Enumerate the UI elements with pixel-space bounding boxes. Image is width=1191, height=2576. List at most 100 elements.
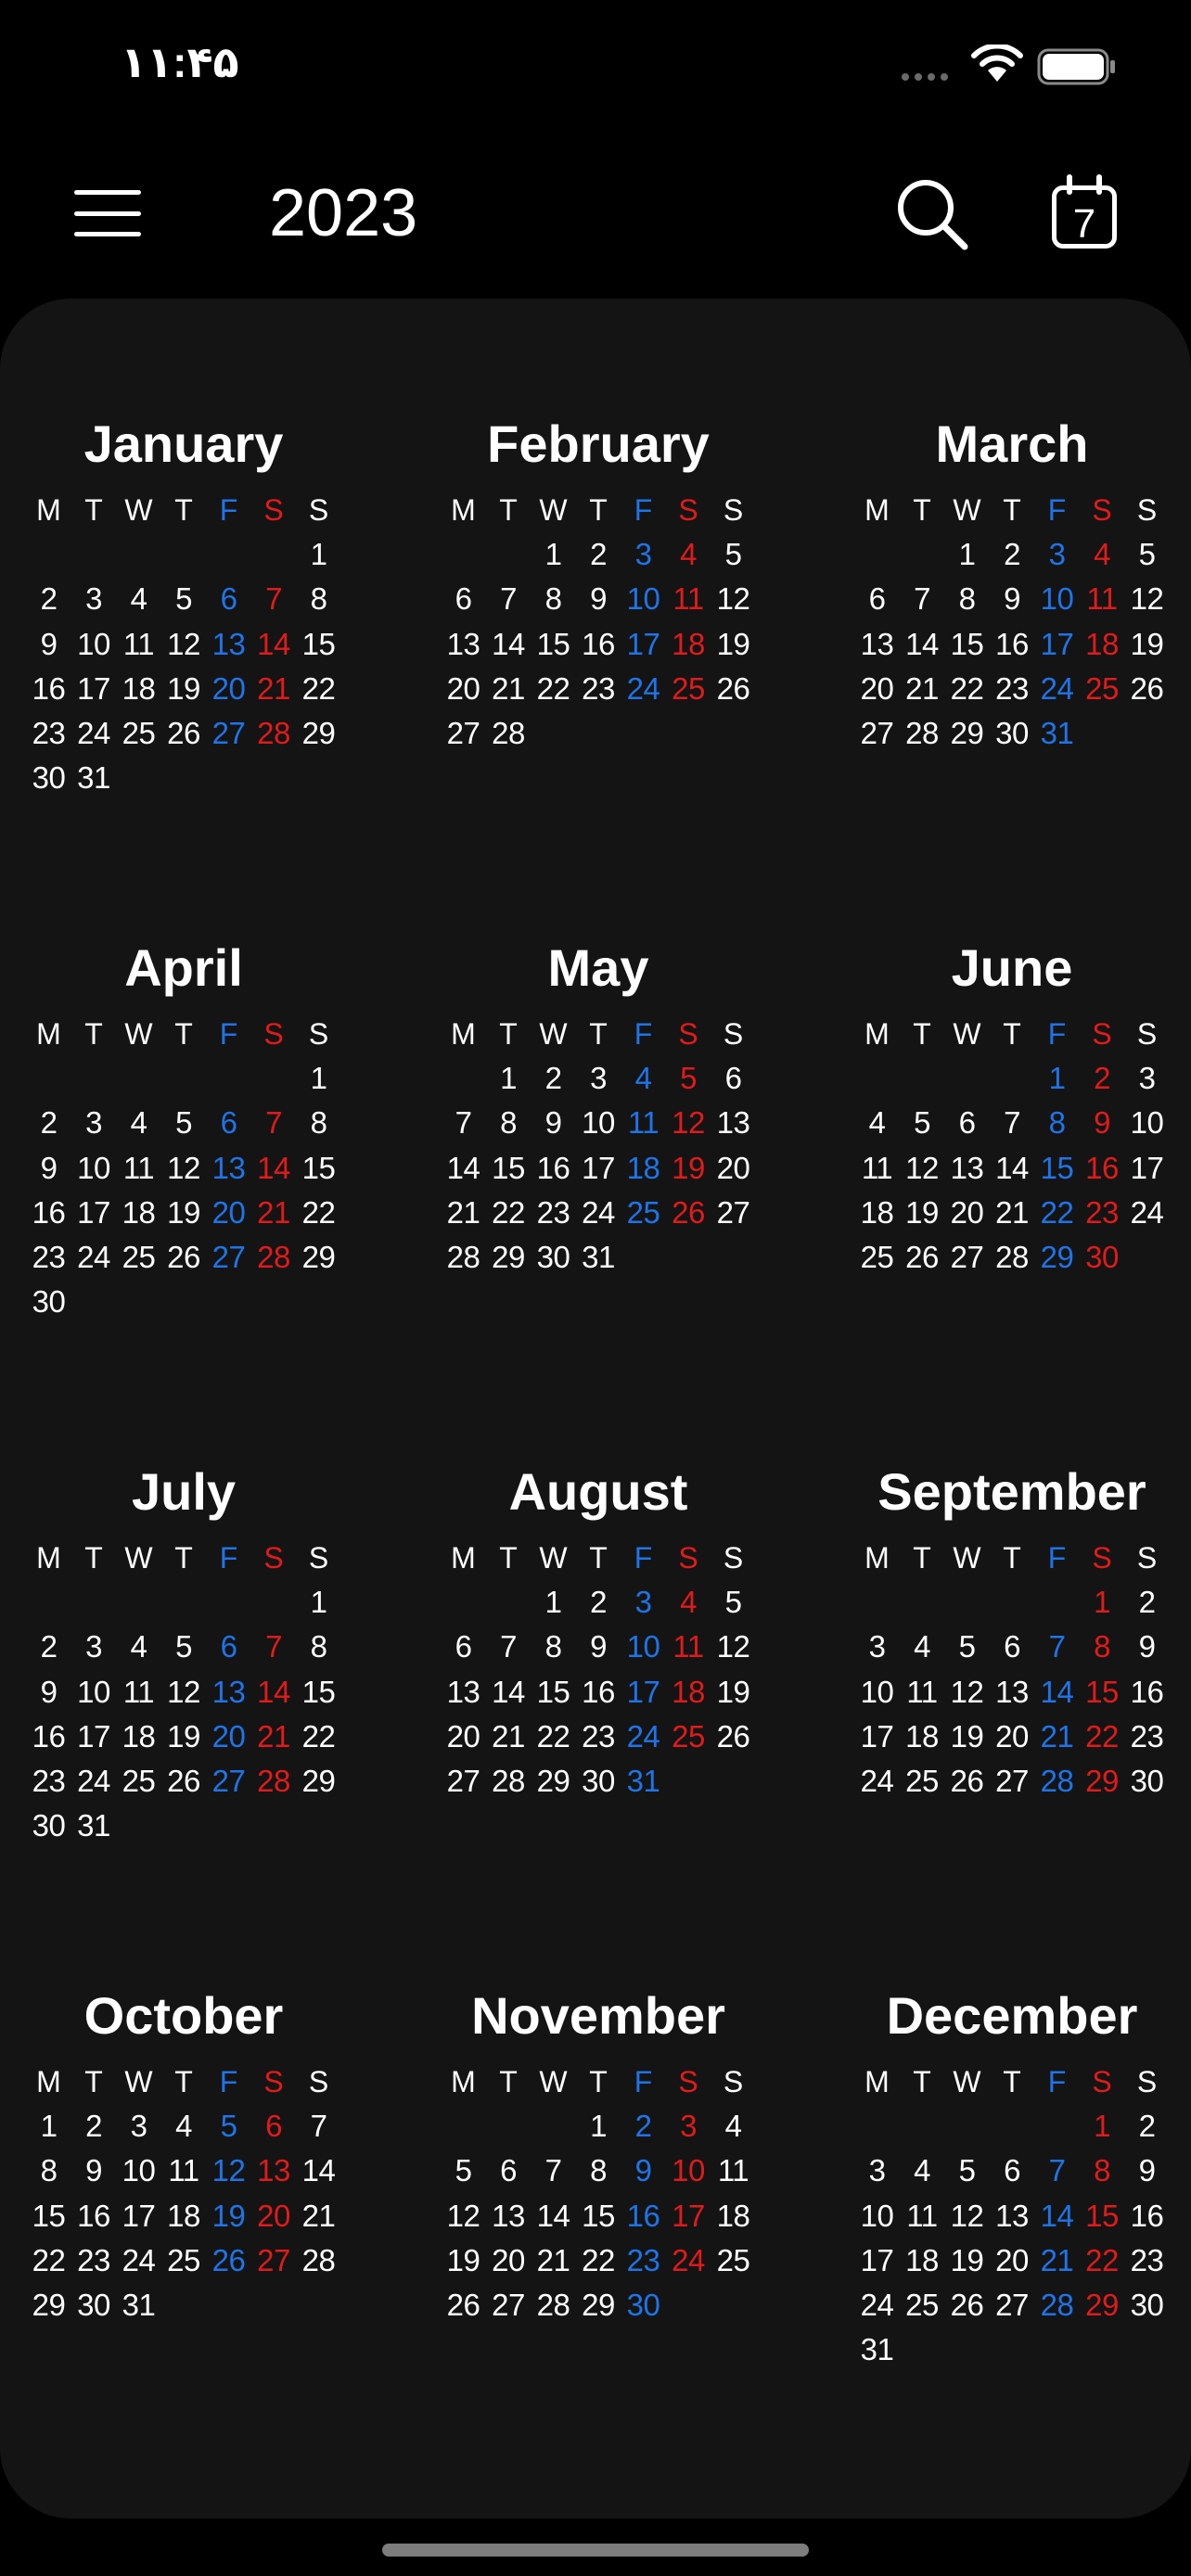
day-cell[interactable]: 6: [486, 2149, 531, 2193]
day-cell[interactable]: 24: [621, 1715, 666, 1759]
day-cell[interactable]: 16: [26, 1191, 71, 1235]
day-cell[interactable]: 25: [116, 1235, 161, 1280]
day-cell[interactable]: 13: [990, 2194, 1035, 2238]
day-cell[interactable]: 26: [666, 1191, 711, 1235]
day-cell[interactable]: 6: [206, 577, 251, 621]
day-cell[interactable]: 1: [486, 1056, 531, 1101]
month-august[interactable]: August M T W T F S S 1 2 3 4 5 6 7 8 9 10 11 12 13 14 15 16 17 18…: [415, 1460, 782, 1804]
day-cell[interactable]: 26: [711, 1715, 756, 1759]
day-cell[interactable]: 14: [1034, 2194, 1080, 2238]
day-cell[interactable]: 27: [990, 1759, 1035, 1804]
day-cell[interactable]: 25: [854, 1235, 900, 1280]
day-cell[interactable]: 27: [854, 711, 900, 756]
day-cell[interactable]: 7: [990, 1101, 1035, 1145]
day-cell[interactable]: 24: [576, 1191, 621, 1235]
day-cell[interactable]: 18: [666, 622, 711, 667]
day-cell[interactable]: 18: [854, 1191, 900, 1235]
day-cell[interactable]: 20: [251, 2194, 297, 2238]
day-cell[interactable]: 15: [531, 1670, 576, 1715]
day-cell[interactable]: 13: [486, 2194, 531, 2238]
day-cell[interactable]: 17: [1034, 622, 1080, 667]
day-cell[interactable]: 17: [854, 2238, 900, 2283]
day-cell[interactable]: 3: [854, 1625, 900, 1669]
day-cell[interactable]: 26: [900, 1235, 945, 1280]
day-cell[interactable]: 29: [576, 2283, 621, 2327]
day-cell[interactable]: 28: [251, 1759, 297, 1804]
day-cell[interactable]: 29: [531, 1759, 576, 1804]
day-cell[interactable]: 26: [944, 2283, 990, 2327]
day-cell[interactable]: 11: [854, 1146, 900, 1191]
day-cell[interactable]: 7: [251, 1625, 297, 1669]
day-cell[interactable]: 14: [486, 1670, 531, 1715]
day-cell[interactable]: 28: [900, 711, 945, 756]
day-cell[interactable]: 22: [1080, 2238, 1125, 2283]
day-cell[interactable]: 22: [944, 667, 990, 711]
day-cell[interactable]: 2: [621, 2104, 666, 2149]
day-cell[interactable]: 23: [576, 667, 621, 711]
day-cell[interactable]: 31: [1034, 711, 1080, 756]
day-cell[interactable]: 23: [1124, 1715, 1170, 1759]
day-cell[interactable]: 2: [1124, 1580, 1170, 1625]
day-cell[interactable]: 7: [486, 577, 531, 621]
day-cell[interactable]: 12: [161, 1670, 207, 1715]
day-cell[interactable]: 16: [576, 622, 621, 667]
day-cell[interactable]: 27: [441, 711, 486, 756]
day-cell[interactable]: 25: [900, 2283, 945, 2327]
day-cell[interactable]: 6: [441, 577, 486, 621]
day-cell[interactable]: 15: [944, 622, 990, 667]
day-cell[interactable]: 2: [576, 1580, 621, 1625]
day-cell[interactable]: 12: [944, 2194, 990, 2238]
day-cell[interactable]: 27: [990, 2283, 1035, 2327]
day-cell[interactable]: 29: [486, 1235, 531, 1280]
day-cell[interactable]: 1: [1080, 1580, 1125, 1625]
day-cell[interactable]: 9: [990, 577, 1035, 621]
day-cell[interactable]: 6: [206, 1625, 251, 1669]
day-cell[interactable]: 3: [71, 577, 117, 621]
day-cell[interactable]: 24: [71, 1235, 117, 1280]
day-cell[interactable]: 30: [26, 1804, 71, 1848]
day-cell[interactable]: 6: [206, 1101, 251, 1145]
day-cell[interactable]: 24: [666, 2238, 711, 2283]
day-cell[interactable]: 16: [26, 667, 71, 711]
day-cell[interactable]: 23: [990, 667, 1035, 711]
day-cell[interactable]: 11: [116, 1146, 161, 1191]
day-cell[interactable]: 28: [251, 711, 297, 756]
day-cell[interactable]: 31: [71, 1804, 117, 1848]
day-cell[interactable]: 30: [1080, 1235, 1125, 1280]
day-cell[interactable]: 12: [711, 577, 756, 621]
day-cell[interactable]: 11: [621, 1101, 666, 1145]
day-cell[interactable]: 20: [441, 1715, 486, 1759]
day-cell[interactable]: 21: [441, 1191, 486, 1235]
day-cell[interactable]: 17: [71, 1715, 117, 1759]
day-cell[interactable]: 19: [161, 1191, 207, 1235]
day-cell[interactable]: 11: [1080, 577, 1125, 621]
day-cell[interactable]: 27: [206, 1235, 251, 1280]
day-cell[interactable]: 8: [1034, 1101, 1080, 1145]
day-cell[interactable]: 3: [666, 2104, 711, 2149]
day-cell[interactable]: 9: [621, 2149, 666, 2193]
day-cell[interactable]: 13: [206, 1146, 251, 1191]
day-cell[interactable]: 16: [26, 1715, 71, 1759]
day-cell[interactable]: 7: [251, 577, 297, 621]
month-january[interactable]: January M T W T F S S 1 2 3 4 5 6 7 8 9 10 11 12 13 14 15 16 17 1…: [0, 412, 367, 800]
day-cell[interactable]: 16: [1124, 1670, 1170, 1715]
day-cell[interactable]: 15: [531, 622, 576, 667]
day-cell[interactable]: 23: [26, 711, 71, 756]
day-cell[interactable]: 22: [1080, 1715, 1125, 1759]
day-cell[interactable]: 15: [296, 1146, 341, 1191]
month-april[interactable]: April M T W T F S S 1 2 3 4 5 6 7 8 9 10 11 12 13 14 15 16 17 18 1…: [0, 936, 367, 1324]
day-cell[interactable]: 8: [1080, 2149, 1125, 2193]
day-cell[interactable]: 31: [576, 1235, 621, 1280]
day-cell[interactable]: 24: [854, 1759, 900, 1804]
day-cell[interactable]: 27: [944, 1235, 990, 1280]
day-cell[interactable]: 17: [116, 2194, 161, 2238]
day-cell[interactable]: 27: [206, 1759, 251, 1804]
day-cell[interactable]: 22: [26, 2238, 71, 2283]
day-cell[interactable]: 8: [944, 577, 990, 621]
day-cell[interactable]: 1: [944, 532, 990, 577]
day-cell[interactable]: 5: [900, 1101, 945, 1145]
day-cell[interactable]: 8: [576, 2149, 621, 2193]
day-cell[interactable]: 26: [441, 2283, 486, 2327]
day-cell[interactable]: 20: [206, 1191, 251, 1235]
day-cell[interactable]: 18: [666, 1670, 711, 1715]
